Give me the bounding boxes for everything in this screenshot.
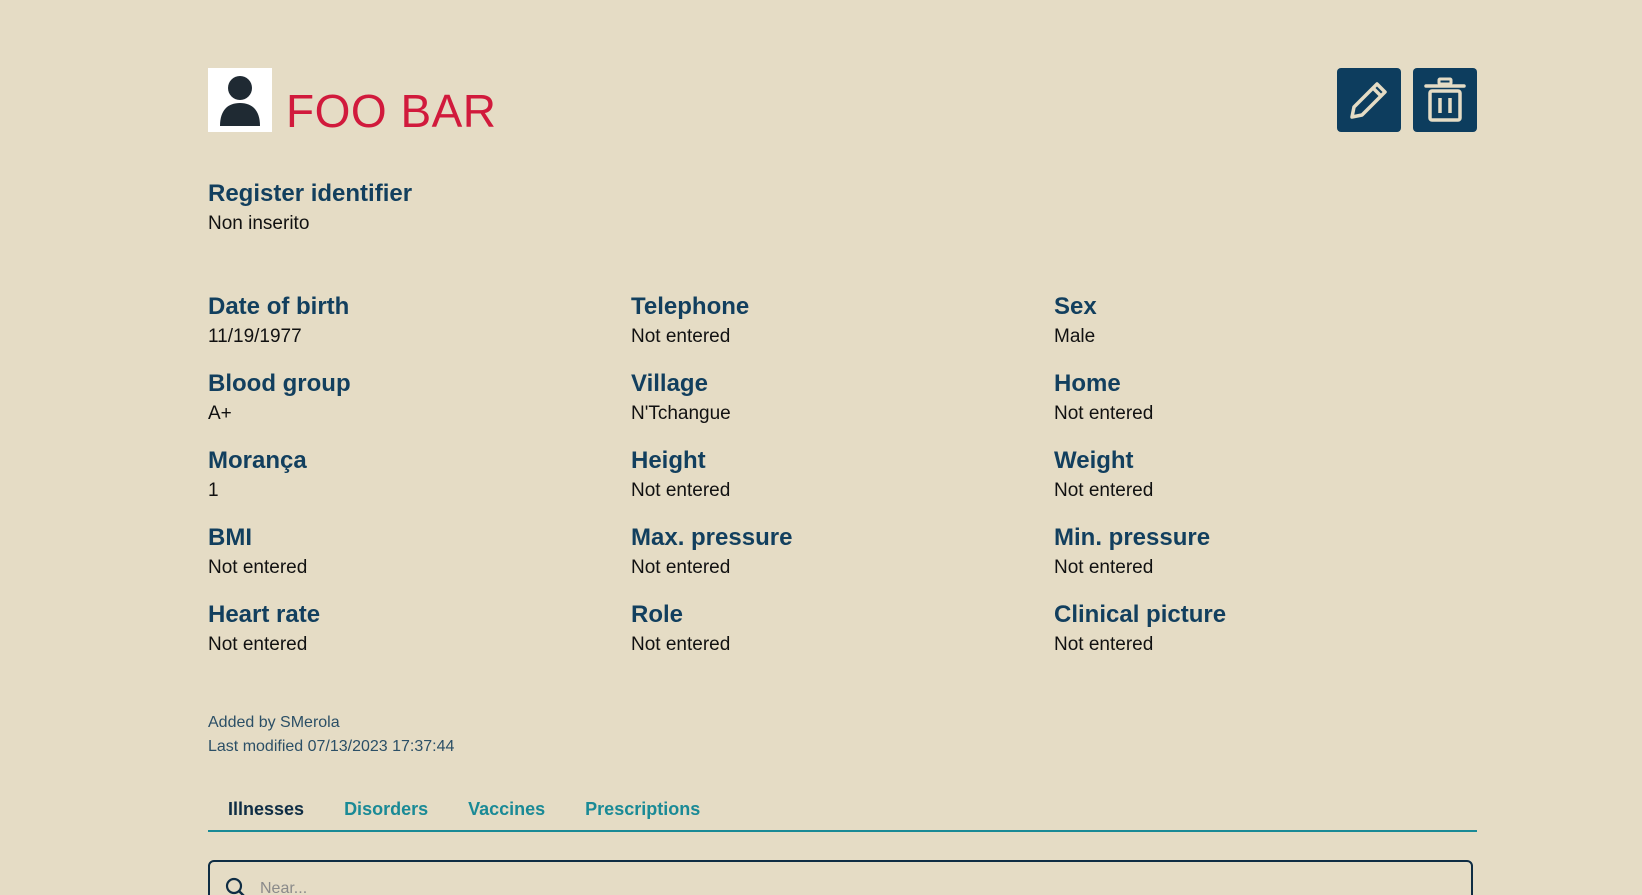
field-label: Height [631, 447, 706, 474]
field-value: Not entered [1054, 402, 1154, 424]
field-value: Not entered [631, 479, 731, 501]
patient-page: FOO BAR Register identifier Non inserito… [0, 0, 1642, 895]
record-meta: Added by SMerola Last modified 07/13/202… [208, 711, 454, 759]
field-moranca: Morança 1 [208, 447, 631, 524]
register-identifier-value: Non inserito [208, 212, 310, 234]
patient-name: FOO BAR [286, 85, 497, 137]
field-role: Role Not entered [631, 601, 1054, 678]
field-heart-rate: Heart rate Not entered [208, 601, 631, 678]
field-label: BMI [208, 524, 252, 551]
field-blood-group: Blood group A+ [208, 370, 631, 447]
field-value: Not entered [631, 556, 731, 578]
field-label: Clinical picture [1054, 601, 1227, 628]
field-height: Height Not entered [631, 447, 1054, 524]
field-label: Max. pressure [631, 524, 793, 551]
search-input[interactable] [260, 880, 1360, 895]
field-value: 1 [208, 479, 219, 501]
patient-header: FOO BAR [208, 68, 1477, 140]
field-value: Not entered [208, 556, 308, 578]
field-weight: Weight Not entered [1054, 447, 1477, 524]
field-village: Village N'Tchangue [631, 370, 1054, 447]
field-label: Date of birth [208, 293, 350, 320]
field-label: Telephone [631, 293, 750, 320]
field-home: Home Not entered [1054, 370, 1477, 447]
field-label: Role [631, 601, 684, 628]
field-label: Blood group [208, 370, 351, 397]
field-label: Weight [1054, 447, 1134, 474]
field-value: Not entered [631, 633, 731, 655]
search-icon [225, 877, 245, 895]
delete-button[interactable] [1413, 68, 1477, 132]
avatar [208, 68, 272, 132]
register-identifier-label: Register identifier [208, 180, 413, 207]
field-label: Heart rate [208, 601, 321, 628]
field-label: Sex [1054, 293, 1097, 320]
tab-illnesses[interactable]: Illnesses [208, 796, 324, 830]
field-telephone: Telephone Not entered [631, 293, 1054, 370]
field-value: 11/19/1977 [208, 325, 302, 347]
field-value: Male [1054, 325, 1096, 347]
record-tabs: Illnesses Disorders Vaccines Prescriptio… [208, 796, 1477, 832]
trash-icon [1424, 77, 1466, 122]
patient-container: FOO BAR Register identifier Non inserito… [208, 68, 1477, 895]
field-clinical-picture: Clinical picture Not entered [1054, 601, 1477, 678]
field-value: Not entered [631, 325, 731, 347]
field-value: Not entered [1054, 556, 1154, 578]
field-date-of-birth: Date of birth 11/19/1977 [208, 293, 631, 370]
field-sex: Sex Male [1054, 293, 1477, 370]
added-by-text: Added by SMerola [208, 714, 340, 731]
field-value: Not entered [1054, 479, 1154, 501]
search-box [208, 860, 1473, 895]
field-label: Min. pressure [1054, 524, 1211, 551]
field-label: Morança [208, 447, 307, 474]
pencil-icon [1350, 82, 1387, 119]
field-value: A+ [208, 402, 232, 424]
field-value: Not entered [1054, 633, 1154, 655]
field-value: N'Tchangue [631, 402, 731, 424]
register-identifier: Register identifier Non inserito [208, 180, 412, 236]
user-icon [220, 76, 260, 126]
tab-disorders[interactable]: Disorders [324, 796, 448, 830]
last-modified-text: Last modified 07/13/2023 17:37:44 [208, 738, 455, 755]
patient-details-grid: Date of birth 11/19/1977 Telephone Not e… [208, 293, 1477, 678]
field-min-pressure: Min. pressure Not entered [1054, 524, 1477, 601]
header-actions [1337, 68, 1477, 132]
tab-prescriptions[interactable]: Prescriptions [565, 796, 720, 830]
field-value: Not entered [208, 633, 308, 655]
field-bmi: BMI Not entered [208, 524, 631, 601]
field-max-pressure: Max. pressure Not entered [631, 524, 1054, 601]
edit-button[interactable] [1337, 68, 1401, 132]
field-label: Village [631, 370, 708, 397]
tab-vaccines[interactable]: Vaccines [448, 796, 565, 830]
field-label: Home [1054, 370, 1121, 397]
